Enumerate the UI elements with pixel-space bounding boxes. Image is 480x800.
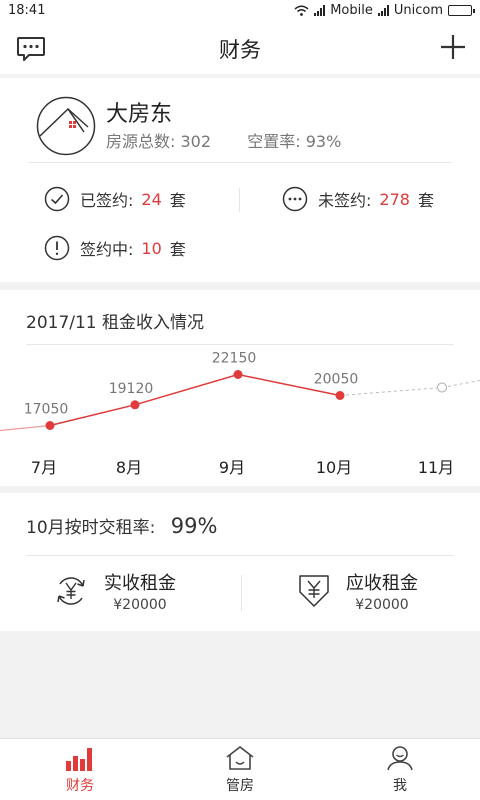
yuan-cycle-icon — [57, 577, 85, 605]
owner-name: 大房东 — [106, 102, 173, 127]
owner-stats: 房源总数: 302 空置率: 93% — [106, 128, 341, 152]
data-point — [130, 400, 140, 410]
tab-finance[interactable]: 财务 — [40, 745, 120, 795]
series-line-leadin — [0, 424, 51, 432]
signed-status[interactable]: 已签约: 24 套 — [44, 186, 186, 212]
vacancy-rate-label: 空置率: — [247, 132, 301, 151]
signed-count: 24 — [141, 189, 162, 209]
unsigned-label: 未签约: — [318, 191, 372, 210]
tab-me-label: 我 — [393, 778, 407, 794]
carrier-unicom: Unicom — [393, 3, 443, 18]
bar-chart-icon — [66, 748, 92, 771]
top-nav-bar: 财务 — [0, 22, 480, 74]
more-circle-icon — [282, 186, 308, 212]
carrier-mobile: Mobile — [330, 3, 373, 18]
signal-icon — [314, 5, 326, 16]
divider — [26, 344, 454, 345]
tab-me[interactable]: 我 — [360, 745, 440, 795]
x-tick-label: 10月 — [316, 458, 352, 476]
on-time-rate: 10月按时交租率: 99% — [26, 513, 217, 538]
battery-icon — [448, 5, 475, 16]
data-point — [335, 391, 345, 400]
total-listings-label: 房源总数: — [106, 132, 176, 151]
unsigned-count: 278 — [379, 189, 410, 209]
signal-icon-2 — [377, 5, 389, 16]
on-time-rate-value: 99% — [170, 514, 218, 538]
on-time-rate-label: 10月按时交租率: — [26, 518, 156, 538]
rent-payment-card: 10月按时交租率: 99% 实收租金 ¥20000 应收租金 ¥20000 — [0, 493, 480, 631]
vacancy-rate-value: 93% — [305, 132, 342, 151]
data-point — [45, 421, 55, 430]
series-line — [49, 373, 341, 427]
status-bar: 18:41 Mobile Unicom — [0, 0, 480, 22]
data-label: 20050 — [314, 372, 359, 388]
signed-label: 已签约: — [80, 191, 134, 210]
actual-rent-label: 实收租金 — [104, 573, 176, 594]
exclamation-circle-icon — [44, 235, 70, 261]
pending-status[interactable]: 签约中: 10 套 — [44, 235, 186, 261]
pending-count: 10 — [141, 238, 162, 258]
pending-label: 签约中: — [80, 240, 134, 259]
tab-manage-houses-label: 管房 — [226, 778, 254, 794]
add-icon[interactable] — [440, 34, 466, 60]
tab-manage-houses[interactable]: 管房 — [200, 745, 280, 795]
pending-unit: 套 — [169, 240, 186, 259]
owner-summary-card: 大房东 房源总数: 302 空置率: 93% 已签约: 24 套 未签约: 27… — [0, 78, 480, 282]
unsigned-status[interactable]: 未签约: 278 套 — [282, 186, 434, 212]
divider — [28, 162, 452, 163]
bottom-tab-bar: 财务 管房 我 — [0, 738, 480, 800]
divider-vertical — [239, 188, 240, 212]
total-listings-value: 302 — [180, 132, 212, 151]
status-indicators: Mobile Unicom — [294, 3, 475, 18]
wifi-icon — [294, 5, 309, 16]
actual-rent-value: ¥20000 — [113, 597, 167, 613]
actual-rent[interactable]: 实收租金 ¥20000 — [52, 569, 176, 613]
chart-title: 2017/11 租金收入情况 — [26, 313, 205, 333]
data-label: 17050 — [24, 402, 69, 418]
page-title: 财务 — [219, 38, 261, 62]
series-line-projection-tail — [441, 380, 480, 388]
signed-unit: 套 — [169, 191, 186, 210]
person-icon — [387, 746, 413, 771]
data-point-future — [436, 382, 448, 393]
rent-income-chart-card: 2017/11 租金收入情况 17050 19120 22150 20050 7月 8月 9… — [0, 290, 480, 486]
data-label: 19120 — [109, 381, 154, 397]
yuan-download-icon — [299, 575, 329, 607]
rent-income-line-chart: 17050 19120 22150 20050 7月 8月 9月 10月 11月 — [0, 351, 480, 476]
due-rent[interactable]: 应收租金 ¥20000 — [296, 569, 418, 613]
x-tick-label: 11月 — [418, 458, 454, 476]
tab-finance-label: 财务 — [66, 778, 94, 794]
data-point — [233, 370, 243, 379]
x-tick-label: 7月 — [31, 458, 57, 476]
data-label: 22150 — [212, 351, 257, 367]
status-time: 18:41 — [8, 3, 46, 18]
series-line-projection — [339, 387, 443, 396]
due-rent-label: 应收租金 — [346, 573, 418, 594]
unsigned-unit: 套 — [417, 191, 434, 210]
due-rent-value: ¥20000 — [355, 597, 409, 613]
owner-avatar-house-icon — [36, 96, 96, 156]
x-tick-label: 8月 — [116, 458, 142, 476]
divider — [26, 555, 454, 556]
check-circle-icon — [44, 186, 70, 212]
x-tick-label: 9月 — [219, 458, 245, 476]
divider-vertical — [241, 575, 242, 611]
house-icon — [226, 746, 254, 770]
